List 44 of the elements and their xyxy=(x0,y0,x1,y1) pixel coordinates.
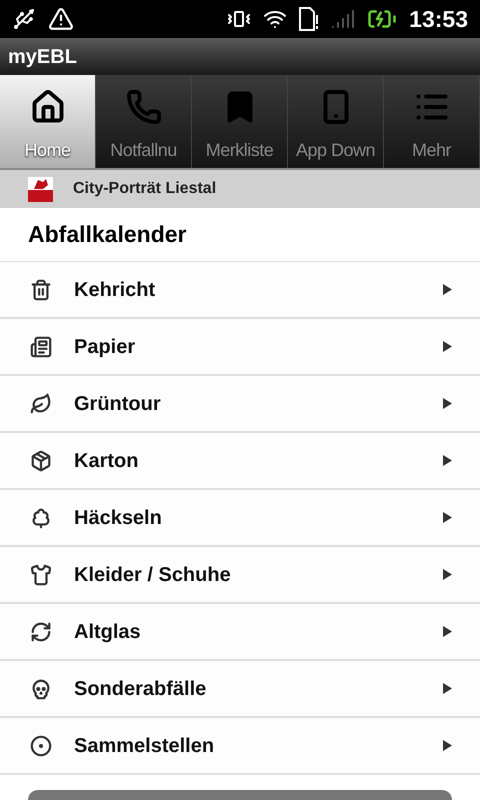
arrow-right-icon xyxy=(443,284,452,295)
newspaper-icon xyxy=(30,336,52,358)
usb-icon xyxy=(12,7,36,31)
shirt-icon xyxy=(30,564,52,586)
section-title: Abfallkalender xyxy=(28,220,186,250)
item-label: Häckseln xyxy=(74,506,163,530)
arrow-right-icon xyxy=(443,455,452,466)
arrow-right-icon xyxy=(443,398,452,409)
tab[interactable]: Mehr xyxy=(384,75,480,168)
skull-icon xyxy=(30,678,52,700)
leaf-icon xyxy=(30,392,52,414)
tab[interactable]: Merkliste xyxy=(192,75,288,168)
tab[interactable]: Notfallnu xyxy=(96,75,192,168)
trash-icon xyxy=(30,278,52,300)
arrow-right-icon xyxy=(443,341,452,352)
flag-icon xyxy=(28,176,53,202)
location-bar[interactable]: City-Porträt Liestal xyxy=(0,168,480,208)
arrow-right-icon xyxy=(443,740,452,751)
box-icon xyxy=(30,450,52,472)
clock: 13:53 xyxy=(409,4,468,34)
item-label: Kleider / Schuhe xyxy=(74,562,232,588)
signal-icon xyxy=(331,7,356,31)
home-icon xyxy=(30,89,66,125)
phone-icon xyxy=(126,89,162,125)
item-label: Grüntour xyxy=(74,392,162,416)
sim-card-icon xyxy=(299,7,320,31)
item-label: Altglas xyxy=(74,620,142,644)
item-label: Papier xyxy=(74,334,136,360)
arrow-right-icon xyxy=(443,569,452,580)
item-label: Sonderabfälle xyxy=(74,676,208,702)
bottom-bar[interactable] xyxy=(28,790,452,800)
target-icon xyxy=(30,734,52,756)
arrow-right-icon xyxy=(443,512,452,523)
arrow-right-icon xyxy=(443,683,452,694)
location-label: City-Porträt Liestal xyxy=(73,179,216,199)
app-title: myEBL xyxy=(8,44,77,70)
item-label: Kehricht xyxy=(74,278,156,302)
warning-icon xyxy=(48,6,74,32)
item-label: Sammelstellen xyxy=(74,734,216,758)
tab[interactable]: App Down xyxy=(288,75,384,168)
refresh-icon xyxy=(30,620,52,642)
arrow-right-icon xyxy=(443,626,452,637)
item-label: Karton xyxy=(74,448,140,474)
tree-icon xyxy=(30,506,52,528)
